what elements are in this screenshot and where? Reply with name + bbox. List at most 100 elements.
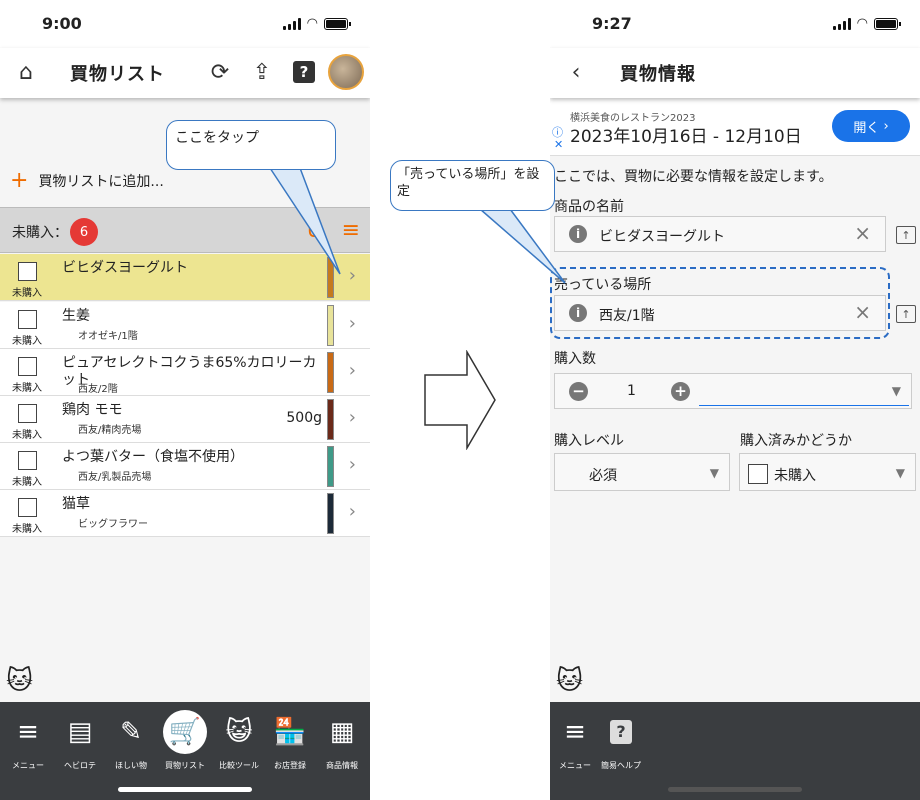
item-status: 未購入 (12, 524, 42, 535)
page-title: 買物情報 (620, 64, 696, 85)
nav-hebirote[interactable]: ▤ ヘビロテ (55, 714, 105, 771)
open-picker-icon[interactable]: ↑ (896, 305, 916, 323)
help-icon[interactable]: ? (290, 58, 318, 86)
item-checkbox[interactable] (18, 451, 37, 470)
item-name: 鶏肉 モモ (62, 402, 123, 418)
dropdown-icon[interactable]: ▼ (892, 384, 901, 398)
chevron-right-icon[interactable]: › (349, 501, 356, 522)
name-field[interactable]: i ビヒダスヨーグルト × (554, 216, 886, 252)
name-label: 商品の名前 (554, 199, 624, 215)
cat-mascot-icon: 🐱 (556, 666, 584, 696)
bottom-nav: ≡ メニュー ? 簡易ヘルプ (550, 702, 920, 800)
item-checkbox[interactable] (18, 498, 37, 517)
quantity-stepper[interactable]: − 1 + ▼ (554, 373, 912, 409)
list-item[interactable]: 未購入 猫草 ビッグフラワー › (0, 490, 370, 537)
list-item[interactable]: 未購入 ピュアセレクトコクうま65%カロリーカット 西友/2階 › (0, 349, 370, 396)
clear-icon[interactable]: × (854, 300, 871, 324)
chevron-right-icon[interactable]: › (349, 265, 356, 286)
nav-store[interactable]: 🏪 お店登録 (265, 714, 315, 771)
chevron-right-icon[interactable]: › (349, 313, 356, 334)
item-color-bar (327, 257, 334, 298)
cart-icon: 🛒 (163, 710, 207, 754)
done-value: 未購入 (774, 468, 816, 484)
right-arrow-icon (424, 350, 496, 450)
nav-help[interactable]: ? 簡易ヘルプ (596, 714, 646, 771)
place-label: 売っている場所 (554, 277, 652, 293)
done-label: 購入済みかどうか (740, 433, 852, 449)
callout-text: 「売っている場所」を設定 (397, 167, 540, 199)
item-color-bar (327, 399, 334, 440)
item-quantity: 500g (286, 410, 322, 426)
nav-label: 簡易ヘルプ (601, 761, 641, 770)
list-item[interactable]: 未購入 鶏肉 モモ 西友/精肉売場 500g › (0, 396, 370, 443)
nav-menu[interactable]: ≡ メニュー (3, 714, 53, 771)
chevron-right-icon[interactable]: › (349, 360, 356, 381)
purchased-checkbox[interactable] (748, 464, 768, 484)
item-checkbox[interactable] (18, 357, 37, 376)
item-location: 西友/乳製品売場 (78, 472, 152, 483)
nav-wishlist[interactable]: ✎ ほしい物 (106, 714, 156, 771)
ad-banner[interactable]: ⓘ ✕ 横浜美食のレストラン2023 2023年10月16日 - 12月10日 … (550, 98, 920, 156)
callout-text: ここをタップ (175, 130, 259, 146)
signal-icon (282, 17, 301, 30)
info-icon: i (569, 304, 587, 322)
level-select[interactable]: 必須 ▼ (554, 453, 730, 491)
list-item[interactable]: 未購入 よつ葉バター（食塩不使用） 西友/乳製品売場 › (0, 443, 370, 490)
minus-icon[interactable]: − (569, 382, 588, 401)
item-checkbox[interactable] (18, 262, 37, 281)
level-value: 必須 (589, 468, 617, 484)
app-bar: ‹ 買物情報 (550, 48, 920, 98)
nav-menu[interactable]: ≡ メニュー (550, 714, 600, 771)
nav-product[interactable]: ▦ 商品情報 (317, 714, 367, 771)
nav-compare[interactable]: 😺 比較ツール (214, 714, 264, 771)
count-badge: 6 (70, 218, 98, 246)
qty-value: 1 (627, 383, 636, 399)
item-checkbox[interactable] (18, 310, 37, 329)
sort-menu-icon[interactable]: ≡ (342, 218, 360, 243)
ad-close-icon[interactable]: ✕ (554, 138, 563, 151)
item-status: 未購入 (12, 288, 42, 299)
home-icon[interactable]: ⌂ (12, 58, 40, 86)
level-label: 購入レベル (554, 433, 624, 449)
name-value: ビヒダスヨーグルト (599, 229, 725, 245)
share-icon[interactable]: ⇪ (248, 58, 276, 86)
item-color-bar (327, 352, 334, 393)
clock: 9:00 (42, 14, 82, 33)
help-icon: ? (596, 714, 646, 750)
home-indicator (118, 787, 252, 792)
set-location-callout: 「売っている場所」を設定 (390, 160, 555, 211)
list-item[interactable]: 未購入 生姜 オオゼキ/1階 › (0, 302, 370, 349)
item-detail-screen: 9:27 ◠ ‹ 買物情報 ⓘ ✕ 横浜美食のレストラン2023 2023年10… (550, 0, 920, 800)
open-picker-icon[interactable]: ↑ (896, 226, 916, 244)
list-item[interactable]: 未購入 ビヒダスヨーグルト › (0, 254, 370, 301)
item-name: ビヒダスヨーグルト (62, 260, 188, 276)
qty-underline (699, 405, 909, 406)
back-icon[interactable]: ‹ (562, 58, 590, 86)
ad-open-button[interactable]: 開く › (832, 110, 910, 142)
product-icon: ▦ (329, 717, 355, 747)
item-color-bar (327, 493, 334, 534)
dropdown-icon: ▼ (895, 466, 905, 480)
plus-icon[interactable]: + (671, 382, 690, 401)
page-title: 買物リスト (70, 64, 165, 85)
unpurchased-group-header[interactable]: 未購入： 6 ∪ ≡ (0, 207, 370, 253)
chevron-right-icon[interactable]: › (349, 454, 356, 475)
item-checkbox[interactable] (18, 404, 37, 423)
place-field[interactable]: i 西友/1階 × (554, 295, 886, 331)
chevron-right-icon[interactable]: › (349, 407, 356, 428)
avatar[interactable] (328, 54, 364, 90)
ad-dates: 2023年10月16日 - 12月10日 (570, 127, 802, 147)
qty-label: 購入数 (554, 351, 596, 367)
nav-label: メニュー (559, 761, 591, 770)
clip-icon[interactable]: ∪ (306, 218, 322, 243)
done-select[interactable]: 未購入 ▼ (739, 453, 916, 491)
item-name: 猫草 (62, 496, 90, 512)
item-status: 未購入 (12, 383, 42, 394)
add-to-list-button[interactable]: + 買物リストに追加... (10, 170, 164, 192)
compare-icon: 😺 (225, 717, 253, 747)
nav-label: 商品情報 (326, 761, 358, 770)
info-icon: i (569, 225, 587, 243)
nav-shopping-list[interactable]: 🛒 買物リスト (160, 710, 210, 771)
sync-icon[interactable]: ⟳ (206, 58, 234, 86)
clear-icon[interactable]: × (854, 221, 871, 245)
